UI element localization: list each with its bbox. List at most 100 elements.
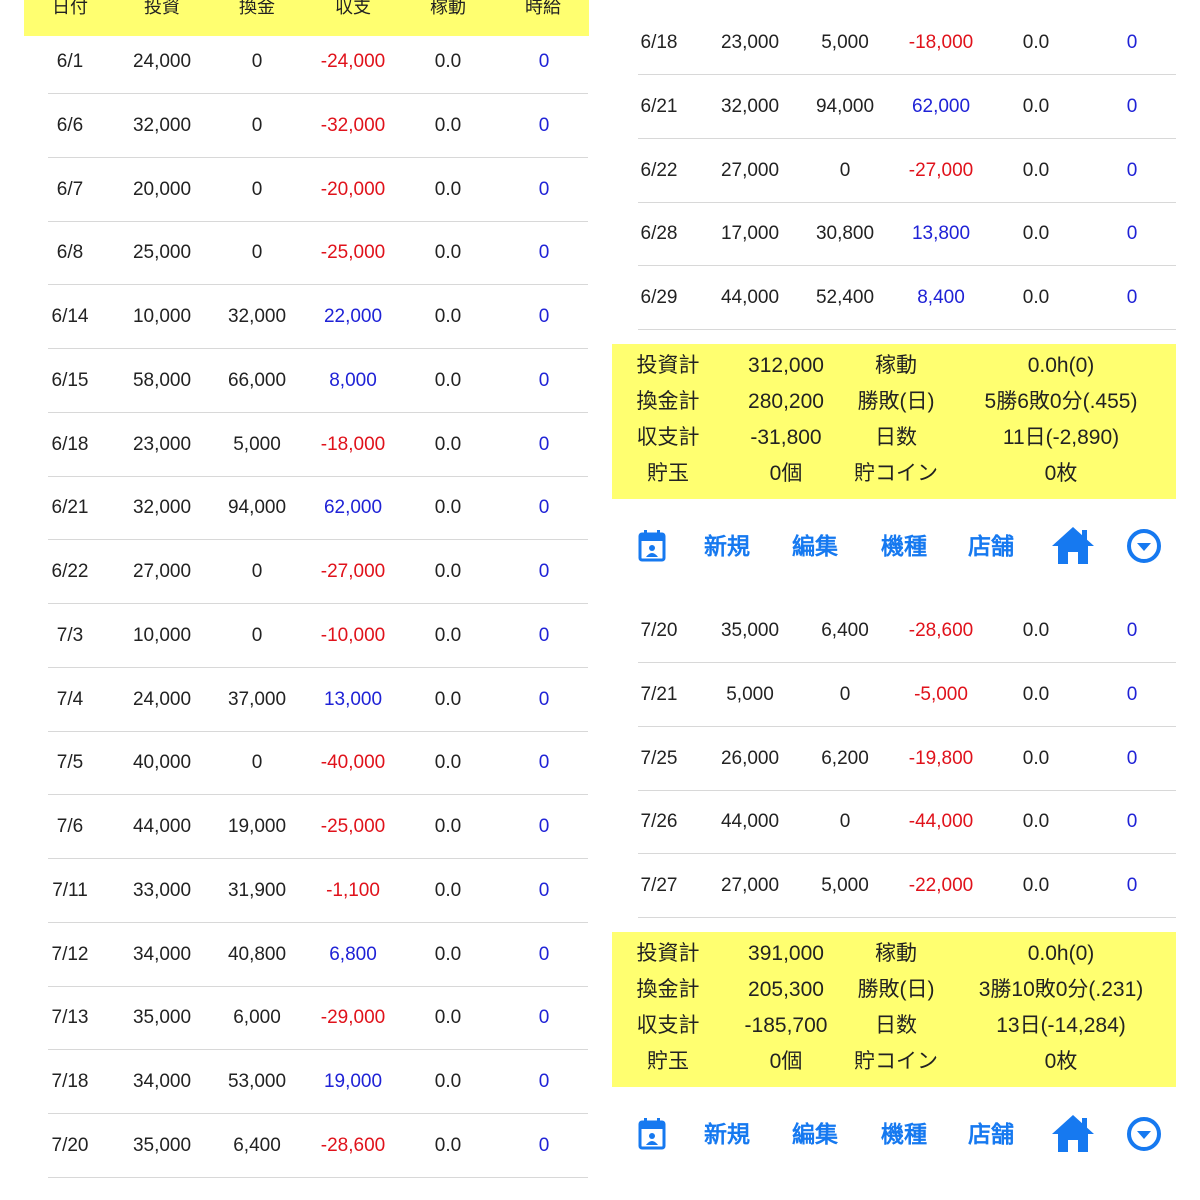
row-invest: 32,000	[132, 114, 192, 136]
row-uptime: 0.0	[1022, 95, 1050, 117]
row-uptime: 0.0	[434, 1071, 462, 1092]
row-balance: -32,000	[320, 114, 386, 136]
table-row[interactable]: 7/6 44,000 19,000 -25,000 0.0 0	[48, 795, 588, 859]
row-balance: -44,000	[908, 811, 974, 833]
table-row[interactable]: 7/26 44,000 0 -44,000 0.0 0	[638, 790, 1176, 855]
edit-button[interactable]: 編集	[792, 1104, 838, 1164]
chevron-down-circle-icon[interactable]	[1124, 526, 1164, 566]
row-date: 6/22	[640, 159, 678, 181]
table-row[interactable]: 7/11 33,000 31,900 -1,100 0.0 0	[48, 859, 588, 923]
summary-balls-label: 貯玉	[647, 1050, 689, 1073]
summary-record-label: 勝敗(日)	[857, 978, 935, 1001]
row-exchange: 6,200	[821, 747, 869, 769]
row-date: 7/20	[51, 1134, 89, 1156]
summary-coins-value: 0枚	[1044, 1050, 1078, 1073]
row-date: 6/7	[56, 178, 84, 200]
table-row[interactable]: 6/6 32,000 0 -32,000 0.0 0	[48, 94, 588, 158]
row-invest: 34,000	[132, 943, 192, 965]
calendar-icon[interactable]	[632, 526, 672, 566]
row-balance: -28,600	[320, 1134, 386, 1156]
table-row[interactable]: 6/29 44,000 52,400 8,400 0.0 0	[638, 266, 1176, 330]
new-button[interactable]: 新規	[704, 516, 750, 576]
row-hourly: 0	[538, 816, 550, 837]
table-row[interactable]: 6/7 20,000 0 -20,000 0.0 0	[48, 158, 588, 222]
row-balance: 8,000	[329, 369, 377, 391]
chevron-down-circle-icon[interactable]	[1124, 1114, 1164, 1154]
row-exchange: 6,000	[233, 1007, 281, 1029]
row-date: 6/18	[51, 433, 89, 455]
table-row[interactable]: 7/20 35,000 6,400 -28,600 0.0 0	[48, 1114, 588, 1178]
row-hourly: 0	[538, 879, 550, 901]
row-date: 7/5	[56, 752, 84, 774]
store-button[interactable]: 店舗	[968, 516, 1014, 576]
table-row[interactable]: 6/22 27,000 0 -27,000 0.0 0	[638, 139, 1176, 203]
row-uptime: 0.0	[434, 752, 462, 774]
summary-balance-value: -185,700	[744, 1014, 828, 1037]
row-hourly: 0	[538, 1071, 550, 1092]
summary-balls-label: 貯玉	[647, 462, 689, 485]
row-balance: -25,000	[320, 242, 386, 264]
table-row[interactable]: 7/27 27,000 5,000 -22,000 0.0 0	[638, 854, 1176, 918]
table-row[interactable]: 6/18 23,000 5,000 -18,000 0.0 0	[48, 413, 588, 477]
table-row[interactable]: 6/18 23,000 5,000 -18,000 0.0 0	[638, 11, 1176, 75]
summary-box: 投資計 391,000 稼動 0.0h(0) 換金計 205,300 勝敗(日)…	[612, 932, 1176, 1087]
model-button[interactable]: 機種	[881, 1104, 927, 1164]
table-row[interactable]: 6/21 32,000 94,000 62,000 0.0 0	[638, 75, 1176, 139]
row-exchange: 0	[251, 624, 263, 646]
table-row[interactable]: 7/18 34,000 53,000 19,000 0.0 0	[48, 1050, 588, 1114]
table-row[interactable]: 6/22 27,000 0 -27,000 0.0 0	[48, 540, 588, 604]
row-invest: 5,000	[726, 683, 774, 705]
home-icon[interactable]	[1050, 1112, 1096, 1154]
row-uptime: 0.0	[434, 306, 462, 327]
row-hourly: 0	[538, 178, 550, 200]
row-invest: 35,000	[132, 1134, 192, 1156]
row-balance: -25,000	[320, 816, 386, 837]
row-uptime: 0.0	[434, 369, 462, 391]
row-balance: -27,000	[320, 561, 386, 582]
table-row[interactable]: 7/21 5,000 0 -5,000 0.0 0	[638, 663, 1176, 727]
model-button[interactable]: 機種	[881, 516, 927, 576]
edit-button[interactable]: 編集	[792, 516, 838, 576]
table-row[interactable]: 7/20 35,000 6,400 -28,600 0.0 0	[638, 599, 1176, 663]
row-exchange: 0	[251, 242, 263, 264]
calendar-icon[interactable]	[632, 1114, 672, 1154]
row-balance: -18,000	[320, 433, 386, 455]
header-balance: 収支	[335, 0, 371, 17]
table-row[interactable]: 6/1 24,000 0 -24,000 0.0 0	[48, 30, 588, 94]
table-row[interactable]: 6/21 32,000 94,000 62,000 0.0 0	[48, 476, 588, 541]
table-row[interactable]: 6/15 58,000 66,000 8,000 0.0 0	[48, 349, 588, 413]
table-row[interactable]: 6/28 17,000 30,800 13,800 0.0 0	[638, 202, 1176, 267]
summary-uptime-label: 稼動	[875, 942, 917, 965]
row-exchange: 0	[839, 683, 851, 705]
store-button[interactable]: 店舗	[968, 1104, 1014, 1164]
row-uptime: 0.0	[1022, 223, 1050, 245]
row-hourly: 0	[1126, 32, 1138, 53]
row-invest: 10,000	[132, 624, 192, 646]
row-uptime: 0.0	[434, 497, 462, 519]
table-row[interactable]: 7/25 26,000 6,200 -19,800 0.0 0	[638, 727, 1176, 791]
table-row[interactable]: 7/13 35,000 6,000 -29,000 0.0 0	[48, 986, 588, 1051]
table-row[interactable]: 6/8 25,000 0 -25,000 0.0 0	[48, 221, 588, 286]
table-row[interactable]: 7/3 10,000 0 -10,000 0.0 0	[48, 604, 588, 668]
bottom-toolbar: 新規 編集 機種 店舗	[612, 516, 1176, 576]
row-exchange: 0	[839, 159, 851, 181]
row-uptime: 0.0	[434, 51, 462, 72]
table-row[interactable]: 7/12 34,000 40,800 6,800 0.0 0	[48, 923, 588, 987]
row-balance: -29,000	[320, 1007, 386, 1029]
table-row[interactable]: 7/4 24,000 37,000 13,000 0.0 0	[48, 668, 588, 732]
row-hourly: 0	[538, 752, 550, 774]
summary-uptime-value: 0.0h(0)	[1027, 942, 1095, 965]
new-button[interactable]: 新規	[704, 1104, 750, 1164]
left-record-list: 日付 投資 換金 収支 稼動 時給 6/1 24,000 0 -24,000 0.0 0 6…	[0, 0, 600, 1200]
table-row[interactable]: 6/14 10,000 32,000 22,000 0.0 0	[48, 285, 588, 349]
row-hourly: 0	[538, 497, 550, 519]
summary-balance-value: -31,800	[750, 426, 822, 449]
row-exchange: 53,000	[227, 1071, 287, 1092]
row-date: 7/4	[56, 688, 84, 710]
home-icon[interactable]	[1050, 524, 1096, 566]
table-row[interactable]: 7/5 40,000 0 -40,000 0.0 0	[48, 731, 588, 796]
row-hourly: 0	[538, 624, 550, 646]
row-balance: 62,000	[911, 95, 971, 117]
summary-balls-value: 0個	[769, 462, 803, 485]
row-balance: -5,000	[914, 683, 968, 705]
